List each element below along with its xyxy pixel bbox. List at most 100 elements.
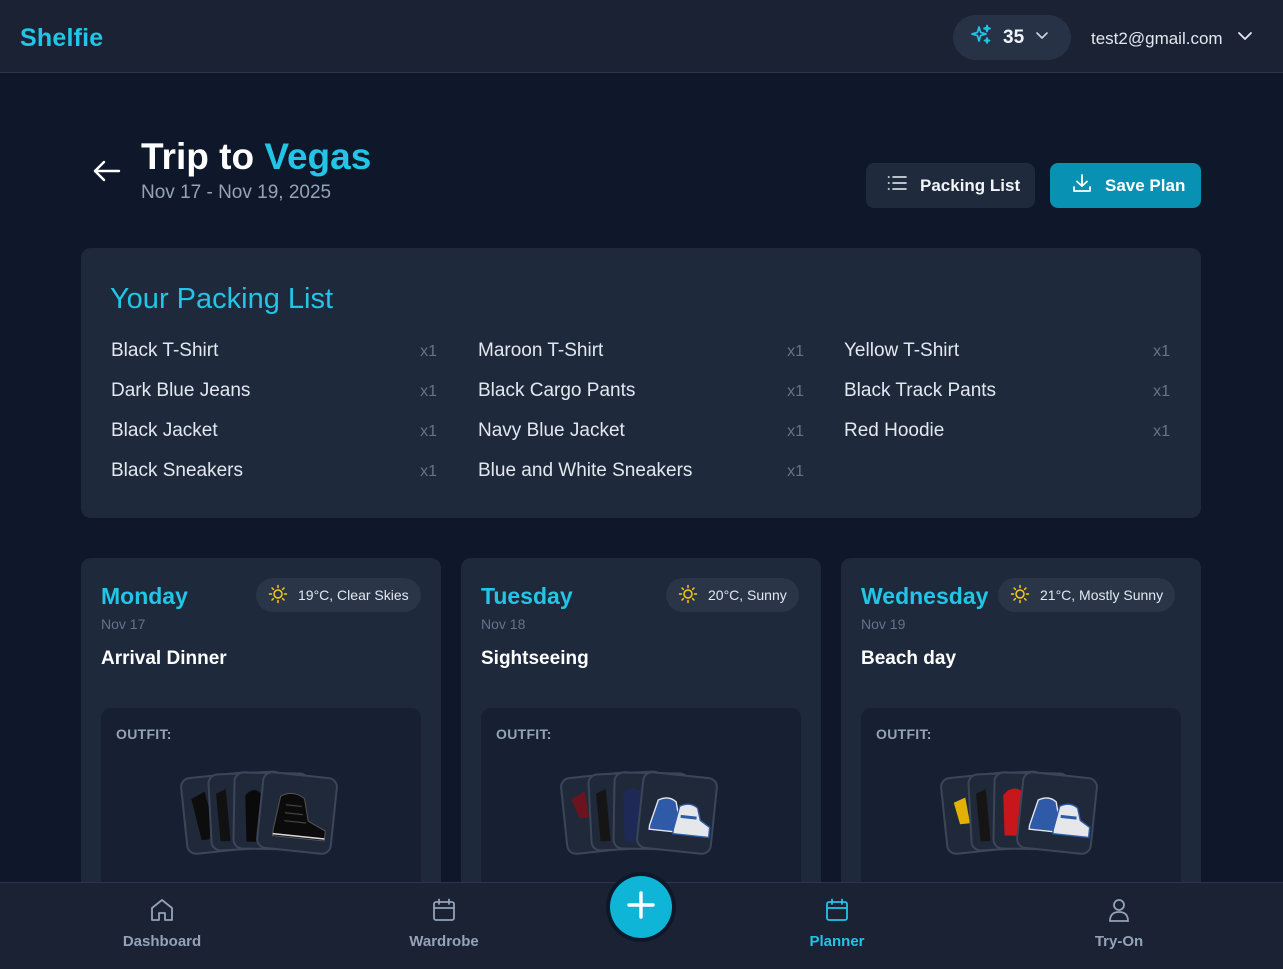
day-date: Nov 18 <box>481 616 526 632</box>
item-qty: x1 <box>420 463 437 480</box>
outfit-panel[interactable]: OUTFIT: <box>861 708 1181 898</box>
item-name: Black Cargo Pants <box>478 380 636 401</box>
day-card-wednesday[interactable]: Wednesday 21°C, Mostly Sunny Nov 19 Beac… <box>841 558 1201 898</box>
page-title: Trip to Vegas <box>141 136 371 178</box>
item-name: Yellow T-Shirt <box>844 340 960 361</box>
day-name: Wednesday <box>861 583 989 609</box>
calendar-icon <box>824 897 850 927</box>
weather-badge: 19°C, Clear Skies <box>256 578 421 612</box>
packing-list-panel: Your Packing List Black T-Shirt x1 Dark B… <box>81 248 1201 518</box>
nav-wardrobe[interactable]: Wardrobe <box>384 897 504 950</box>
trip-dates: Nov 17 - Nov 19, 2025 <box>141 182 332 203</box>
packing-item: Blue and White Sneakers x1 <box>478 460 804 500</box>
item-name: Black T-Shirt <box>111 340 219 361</box>
list-icon <box>887 175 907 196</box>
download-icon <box>1071 172 1093 199</box>
item-name: Black Track Pants <box>844 380 997 401</box>
plus-icon <box>625 889 657 926</box>
top-bar: Shelfie 35 test2@gmail.com <box>0 0 1283 73</box>
item-qty: x1 <box>420 343 437 360</box>
day-name: Monday <box>101 583 188 609</box>
packing-item: Dark Blue Jeans x1 <box>111 380 437 420</box>
sun-icon <box>268 584 288 607</box>
nav-dashboard[interactable]: Dashboard <box>102 897 222 950</box>
chevron-down-icon <box>1235 26 1255 51</box>
day-event: Arrival Dinner <box>101 648 227 669</box>
packing-list-label: Packing List <box>920 175 1021 195</box>
packing-item: Red Hoodie x1 <box>844 420 1170 460</box>
item-name: Navy Blue Jacket <box>478 420 625 441</box>
weather-badge: 21°C, Mostly Sunny <box>998 578 1176 612</box>
outfit-panel[interactable]: OUTFIT: <box>481 708 801 898</box>
item-qty: x1 <box>1153 423 1170 440</box>
item-qty: x1 <box>787 343 804 360</box>
packing-column: Maroon T-Shirt x1 Black Cargo Pants x1 Nav… <box>478 340 804 500</box>
item-name: Red Hoodie <box>844 420 945 441</box>
nav-label: Wardrobe <box>409 933 479 950</box>
nav-label: Planner <box>809 933 865 950</box>
packing-item: Black T-Shirt x1 <box>111 340 437 380</box>
item-qty: x1 <box>787 383 804 400</box>
back-arrow-icon[interactable] <box>92 158 122 184</box>
packing-list-button[interactable]: Packing List <box>866 163 1035 208</box>
outfit-item-thumbnail <box>255 770 339 856</box>
item-name: Blue and White Sneakers <box>478 460 693 481</box>
title-prefix: Trip to <box>141 136 265 177</box>
day-card-tuesday[interactable]: Tuesday 20°C, Sunny Nov 18 Sightseeing O… <box>461 558 821 898</box>
day-event: Beach day <box>861 648 957 669</box>
item-qty: x1 <box>787 463 804 480</box>
outfit-item-thumbnail <box>1015 770 1099 856</box>
credits-count: 35 <box>1003 26 1025 48</box>
weather-text: 21°C, Mostly Sunny <box>1040 587 1164 603</box>
day-date: Nov 19 <box>861 616 906 632</box>
title-destination: Vegas <box>264 136 372 177</box>
packing-item: Black Sneakers x1 <box>111 460 437 500</box>
outfit-label: OUTFIT: <box>116 726 172 742</box>
day-event: Sightseeing <box>481 648 589 669</box>
item-qty: x1 <box>420 383 437 400</box>
packing-column: Yellow T-Shirt x1 Black Track Pants x1 Red… <box>844 340 1170 460</box>
user-menu[interactable]: test2@gmail.com <box>1091 26 1255 51</box>
sun-icon <box>678 584 698 607</box>
outfit-label: OUTFIT: <box>496 726 552 742</box>
sparkles-icon <box>969 23 993 52</box>
item-name: Maroon T-Shirt <box>478 340 604 361</box>
day-card-monday[interactable]: Monday 19°C, Clear Skies Nov 17 Arrival … <box>81 558 441 898</box>
user-email: test2@gmail.com <box>1091 28 1223 48</box>
user-icon <box>1106 897 1132 927</box>
calendar-icon <box>431 897 457 927</box>
brand-logo[interactable]: Shelfie <box>20 24 103 53</box>
outfit-item-thumbnail <box>635 770 719 856</box>
packing-item: Maroon T-Shirt x1 <box>478 340 804 380</box>
item-name: Dark Blue Jeans <box>111 380 251 401</box>
nav-try-on[interactable]: Try-On <box>1059 897 1179 950</box>
packing-item: Black Cargo Pants x1 <box>478 380 804 420</box>
add-button[interactable] <box>610 876 672 938</box>
item-qty: x1 <box>420 423 437 440</box>
packing-item: Black Track Pants x1 <box>844 380 1170 420</box>
packing-item: Navy Blue Jacket x1 <box>478 420 804 460</box>
credits-dropdown[interactable]: 35 <box>953 15 1071 60</box>
save-plan-button[interactable]: Save Plan <box>1050 163 1201 208</box>
item-qty: x1 <box>1153 383 1170 400</box>
weather-text: 19°C, Clear Skies <box>298 587 409 603</box>
day-date: Nov 17 <box>101 616 146 632</box>
sun-icon <box>1010 584 1030 607</box>
nav-planner[interactable]: Planner <box>777 897 897 950</box>
packing-item: Black Jacket x1 <box>111 420 437 460</box>
save-plan-label: Save Plan <box>1105 175 1186 195</box>
item-qty: x1 <box>1153 343 1170 360</box>
outfit-panel[interactable]: OUTFIT: <box>101 708 421 898</box>
item-name: Black Sneakers <box>111 460 244 481</box>
item-qty: x1 <box>787 423 804 440</box>
home-icon <box>149 897 175 927</box>
chevron-down-icon <box>1034 27 1050 48</box>
packing-list-heading: Your Packing List <box>110 283 334 315</box>
weather-badge: 20°C, Sunny <box>666 578 799 612</box>
item-name: Black Jacket <box>111 420 218 441</box>
packing-column: Black T-Shirt x1 Dark Blue Jeans x1 Black … <box>111 340 437 500</box>
weather-text: 20°C, Sunny <box>708 587 787 603</box>
outfit-label: OUTFIT: <box>876 726 932 742</box>
day-name: Tuesday <box>481 583 573 609</box>
nav-label: Dashboard <box>122 933 202 950</box>
